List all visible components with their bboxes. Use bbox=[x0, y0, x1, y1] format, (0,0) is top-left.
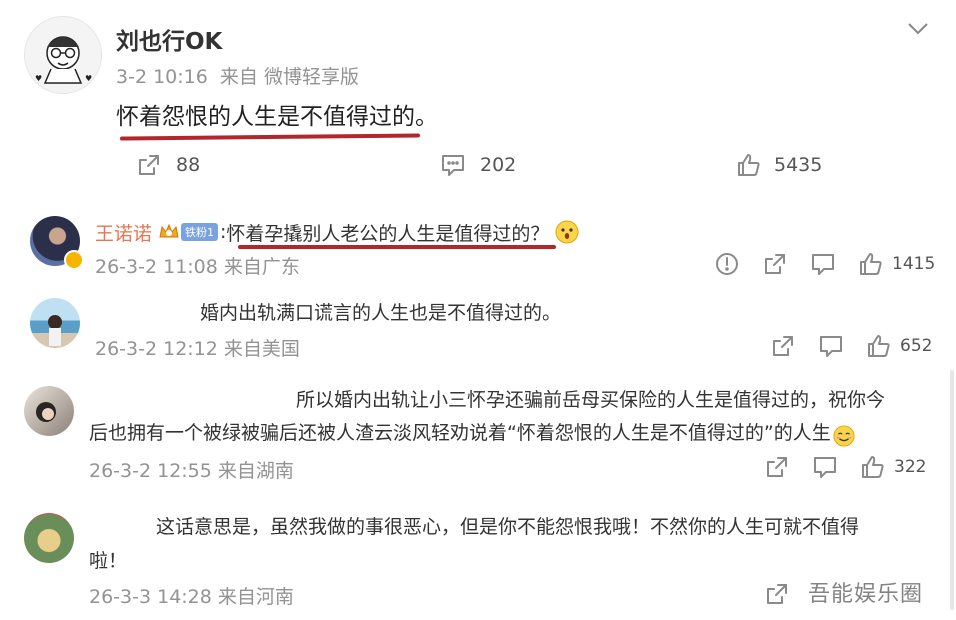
watermark: 吾能娱乐圈 bbox=[808, 582, 924, 607]
smile-emoji-icon bbox=[833, 422, 855, 447]
svg-text:♥: ♥ bbox=[35, 74, 42, 83]
comment-3-text-line2: 后也拥有一个被绿被骗后还被人渣云淡风轻劝说着“怀着怨恨的人生是不值得过的”的人生 bbox=[89, 414, 855, 452]
surprised-emoji-icon bbox=[555, 220, 579, 244]
share-icon[interactable] bbox=[762, 251, 788, 277]
post-share-button[interactable]: 88 bbox=[136, 150, 200, 180]
comment-1-like-count: 1415 bbox=[892, 254, 936, 274]
post-like-count: 5435 bbox=[774, 154, 823, 176]
post-text-underline bbox=[119, 133, 421, 141]
comment-1-text-underline bbox=[238, 245, 556, 249]
comment-3-text-line2-content: 后也拥有一个被绿被骗后还被人渣云淡风轻劝说着“怀着怨恨的人生是不值得过的”的人生 bbox=[89, 422, 831, 444]
comment-2-actions: 652 bbox=[770, 332, 932, 360]
thumbs-up-icon[interactable] bbox=[860, 454, 886, 480]
post-comment-count: 202 bbox=[480, 154, 517, 176]
post-meta: 3-2 10:16 来自 微博轻享版 bbox=[116, 66, 359, 88]
comment-2-like-count: 652 bbox=[900, 336, 933, 356]
share-icon bbox=[139, 155, 159, 175]
comment-3-avatar[interactable] bbox=[24, 386, 74, 436]
comment-4-text-line2: 啦！ bbox=[89, 550, 128, 572]
share-icon[interactable] bbox=[764, 454, 790, 480]
comment-icon[interactable] bbox=[810, 251, 836, 277]
post-share-count: 88 bbox=[176, 154, 201, 176]
comment-icon[interactable] bbox=[818, 333, 844, 359]
comment-1-meta: 26-3-2 11:08 来自广东 bbox=[95, 256, 300, 278]
comment-2-avatar[interactable] bbox=[30, 298, 80, 348]
cartoon-face-icon: ♥ ♥ bbox=[35, 36, 92, 84]
thumbs-up-icon bbox=[738, 154, 760, 176]
share-icon[interactable] bbox=[770, 333, 796, 359]
comment-1-username[interactable]: 王诺诺 bbox=[95, 219, 152, 246]
comment-3-like-count: 322 bbox=[894, 457, 927, 477]
report-icon[interactable] bbox=[714, 251, 740, 277]
svg-text:♥: ♥ bbox=[85, 74, 92, 83]
comment-1-actions: 1415 bbox=[714, 250, 935, 278]
comment-2-text: 婚内出轨满口谎言的人生也是不值得过的。 bbox=[200, 302, 562, 324]
fan-crown-icon bbox=[158, 222, 180, 242]
post-username[interactable]: 刘也行OK bbox=[116, 22, 222, 56]
comment-3-meta: 26-3-2 12:55 来自湖南 bbox=[89, 460, 294, 482]
post-like-button[interactable]: 5435 bbox=[736, 150, 822, 180]
post-text: 怀着怨恨的人生是不值得过的。 bbox=[116, 104, 438, 130]
post-avatar[interactable]: ♥ ♥ bbox=[24, 16, 102, 94]
thumbs-up-icon[interactable] bbox=[858, 251, 884, 277]
comment-2-meta: 26-3-2 12:12 来自美国 bbox=[95, 338, 300, 360]
comment-4-text-line1: 这话意思是，虽然我做的事很恶心，但是你不能怨恨我哦！不然你的人生可就不值得 bbox=[156, 516, 860, 538]
comment-1-verified-badge-icon bbox=[64, 250, 84, 270]
scrollbar[interactable] bbox=[950, 370, 954, 610]
comment-icon bbox=[442, 155, 464, 176]
comment-4-meta: 26-3-3 14:28 来自河南 bbox=[89, 586, 294, 608]
thumbs-up-icon[interactable] bbox=[866, 333, 892, 359]
comment-1-line: 王诺诺 铁粉1 : 怀着孕撬别人老公的人生是值得过的？ bbox=[95, 218, 579, 246]
comment-1-text: 怀着孕撬别人老公的人生是值得过的？ bbox=[226, 222, 550, 245]
post-menu-chevron-icon[interactable] bbox=[905, 18, 931, 38]
share-icon[interactable] bbox=[764, 581, 790, 607]
post-comment-button[interactable]: 202 bbox=[440, 150, 516, 180]
comment-4-actions bbox=[764, 580, 804, 608]
comment-icon[interactable] bbox=[812, 454, 838, 480]
comment-3-actions: 322 bbox=[764, 453, 926, 481]
comment-1-fan-badge: 铁粉1 bbox=[181, 223, 219, 241]
comment-4-avatar[interactable] bbox=[24, 513, 74, 563]
